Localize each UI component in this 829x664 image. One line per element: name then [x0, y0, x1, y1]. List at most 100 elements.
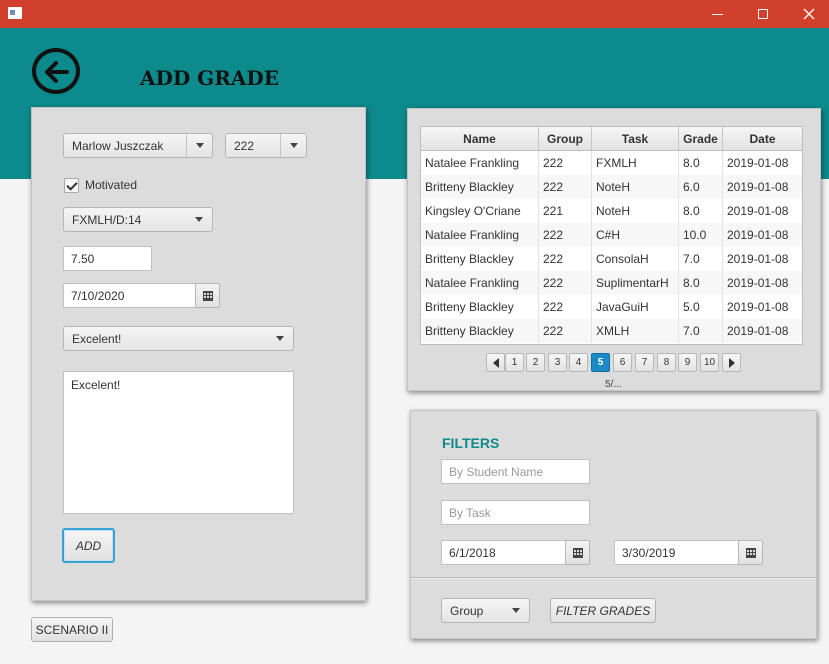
back-button[interactable]: [32, 48, 80, 94]
cell-name: Natalee Frankling: [421, 223, 539, 247]
filters-title: FILTERS: [442, 435, 500, 451]
chevron-down-icon: [512, 608, 520, 613]
page-title: ADD GRADE: [140, 66, 279, 90]
cell-group: 222: [539, 175, 592, 199]
column-header-name[interactable]: Name: [421, 127, 539, 150]
motivated-checkbox[interactable]: [64, 178, 79, 193]
table-row[interactable]: Natalee Frankling 222 FXMLH 8.0 2019-01-08: [421, 151, 802, 175]
table-row[interactable]: Natalee Frankling 222 SuplimentarH 8.0 2019-…: [421, 271, 802, 295]
cell-name: Britteny Blackley: [421, 319, 539, 343]
column-header-date[interactable]: Date: [723, 127, 802, 150]
page-button-6[interactable]: 6: [613, 353, 632, 372]
cell-date: 2019-01-08: [723, 247, 802, 271]
table-row[interactable]: Britteny Blackley 222 ConsolaH 7.0 2019-01-0…: [421, 247, 802, 271]
cell-task: SuplimentarH: [592, 271, 679, 295]
student-name-filter-input[interactable]: By Student Name: [441, 459, 590, 484]
cell-grade: 5.0: [679, 295, 723, 319]
cell-date: 2019-01-08: [723, 175, 802, 199]
motivated-label: Motivated: [85, 178, 138, 192]
date-input[interactable]: 7/10/2020: [63, 283, 197, 308]
cell-task: JavaGuiH: [592, 295, 679, 319]
cell-name: Britteny Blackley: [421, 247, 539, 271]
column-header-group[interactable]: Group: [539, 127, 592, 150]
cell-grade: 8.0: [679, 199, 723, 223]
scenario-button[interactable]: SCENARIO II: [31, 617, 113, 642]
page-button-1[interactable]: 1: [505, 353, 524, 372]
cell-task: C#H: [592, 223, 679, 247]
cell-grade: 8.0: [679, 151, 723, 175]
page-button-9[interactable]: 9: [678, 353, 697, 372]
cell-name: Britteny Blackley: [421, 175, 539, 199]
cell-group: 222: [539, 247, 592, 271]
window-titlebar: [0, 0, 829, 28]
page-button-10[interactable]: 10: [700, 353, 719, 372]
calendar-icon: [203, 291, 213, 301]
column-header-grade[interactable]: Grade: [679, 127, 723, 150]
page-button-3[interactable]: 3: [548, 353, 567, 372]
date-to-input[interactable]: 3/30/2019: [614, 540, 742, 565]
cell-grade: 7.0: [679, 319, 723, 343]
minimize-icon: [711, 13, 723, 15]
group-filter-select[interactable]: Group: [441, 598, 530, 623]
cell-task: NoteH: [592, 175, 679, 199]
table-header: Name Group Task Grade Date: [421, 127, 802, 151]
cell-task: FXMLH: [592, 151, 679, 175]
table-row[interactable]: Britteny Blackley 222 XMLH 7.0 2019-01-08: [421, 319, 802, 343]
back-arrow-icon: [45, 61, 69, 83]
page-button-2[interactable]: 2: [526, 353, 545, 372]
calendar-icon: [746, 548, 756, 558]
table-row[interactable]: Natalee Frankling 222 C#H 10.0 2019-01-08: [421, 223, 802, 247]
filters-panel: FILTERS By Student Name By Task 6/1/2018…: [410, 410, 817, 639]
page-button-8[interactable]: 8: [657, 353, 676, 372]
cell-date: 2019-01-08: [723, 223, 802, 247]
date-picker-button[interactable]: [195, 283, 220, 308]
table-row[interactable]: Kingsley O'Criane 221 NoteH 8.0 2019-01-08: [421, 199, 802, 223]
cell-group: 222: [539, 223, 592, 247]
chevron-down-icon: [290, 143, 298, 148]
cell-grade: 10.0: [679, 223, 723, 247]
table-row[interactable]: Britteny Blackley 222 NoteH 6.0 2019-01-08: [421, 175, 802, 199]
cell-task: XMLH: [592, 319, 679, 343]
maximize-button[interactable]: [740, 0, 786, 28]
student-select[interactable]: Marlow Juszczak: [63, 133, 213, 158]
group-select[interactable]: 222: [225, 133, 307, 158]
date-from-input[interactable]: 6/1/2018: [441, 540, 569, 565]
page-next-button[interactable]: [722, 353, 741, 372]
page-button-4[interactable]: 4: [569, 353, 588, 372]
page-prev-button[interactable]: [486, 353, 505, 372]
minimize-button[interactable]: [694, 0, 740, 28]
cell-group: 222: [539, 295, 592, 319]
filters-divider: [411, 577, 816, 579]
cell-task: NoteH: [592, 199, 679, 223]
feedback-select[interactable]: Excelent!: [63, 326, 294, 351]
student-select-value: Marlow Juszczak: [72, 139, 164, 153]
grades-table[interactable]: Name Group Task Grade Date Natalee Frank…: [420, 126, 803, 345]
feedback-textarea[interactable]: Excelent!: [63, 371, 294, 514]
add-button[interactable]: ADD: [62, 528, 115, 563]
cell-name: Natalee Frankling: [421, 151, 539, 175]
grade-input[interactable]: 7.50: [63, 246, 152, 271]
task-select[interactable]: FXMLH/D:14: [63, 207, 213, 232]
cell-grade: 6.0: [679, 175, 723, 199]
cell-date: 2019-01-08: [723, 151, 802, 175]
cell-date: 2019-01-08: [723, 295, 802, 319]
cell-name: Britteny Blackley: [421, 295, 539, 319]
page-button-5[interactable]: 5: [591, 353, 610, 372]
cell-group: 221: [539, 199, 592, 223]
filter-grades-button[interactable]: FILTER GRADES: [550, 598, 656, 623]
page-indicator: 5/...: [605, 379, 622, 390]
group-select-value: 222: [234, 139, 255, 153]
app-icon: [8, 7, 22, 19]
date-to-picker-button[interactable]: [738, 540, 763, 565]
chevron-down-icon: [196, 143, 204, 148]
grades-table-panel: Name Group Task Grade Date Natalee Frank…: [407, 108, 821, 391]
close-button[interactable]: [786, 0, 829, 28]
task-filter-input[interactable]: By Task: [441, 500, 590, 525]
table-row[interactable]: Britteny Blackley 222 JavaGuiH 5.0 2019-01-0…: [421, 295, 802, 319]
date-from-picker-button[interactable]: [565, 540, 590, 565]
page-button-7[interactable]: 7: [635, 353, 654, 372]
column-header-task[interactable]: Task: [592, 127, 679, 150]
calendar-icon: [573, 548, 583, 558]
cell-group: 222: [539, 271, 592, 295]
cell-date: 2019-01-08: [723, 199, 802, 223]
